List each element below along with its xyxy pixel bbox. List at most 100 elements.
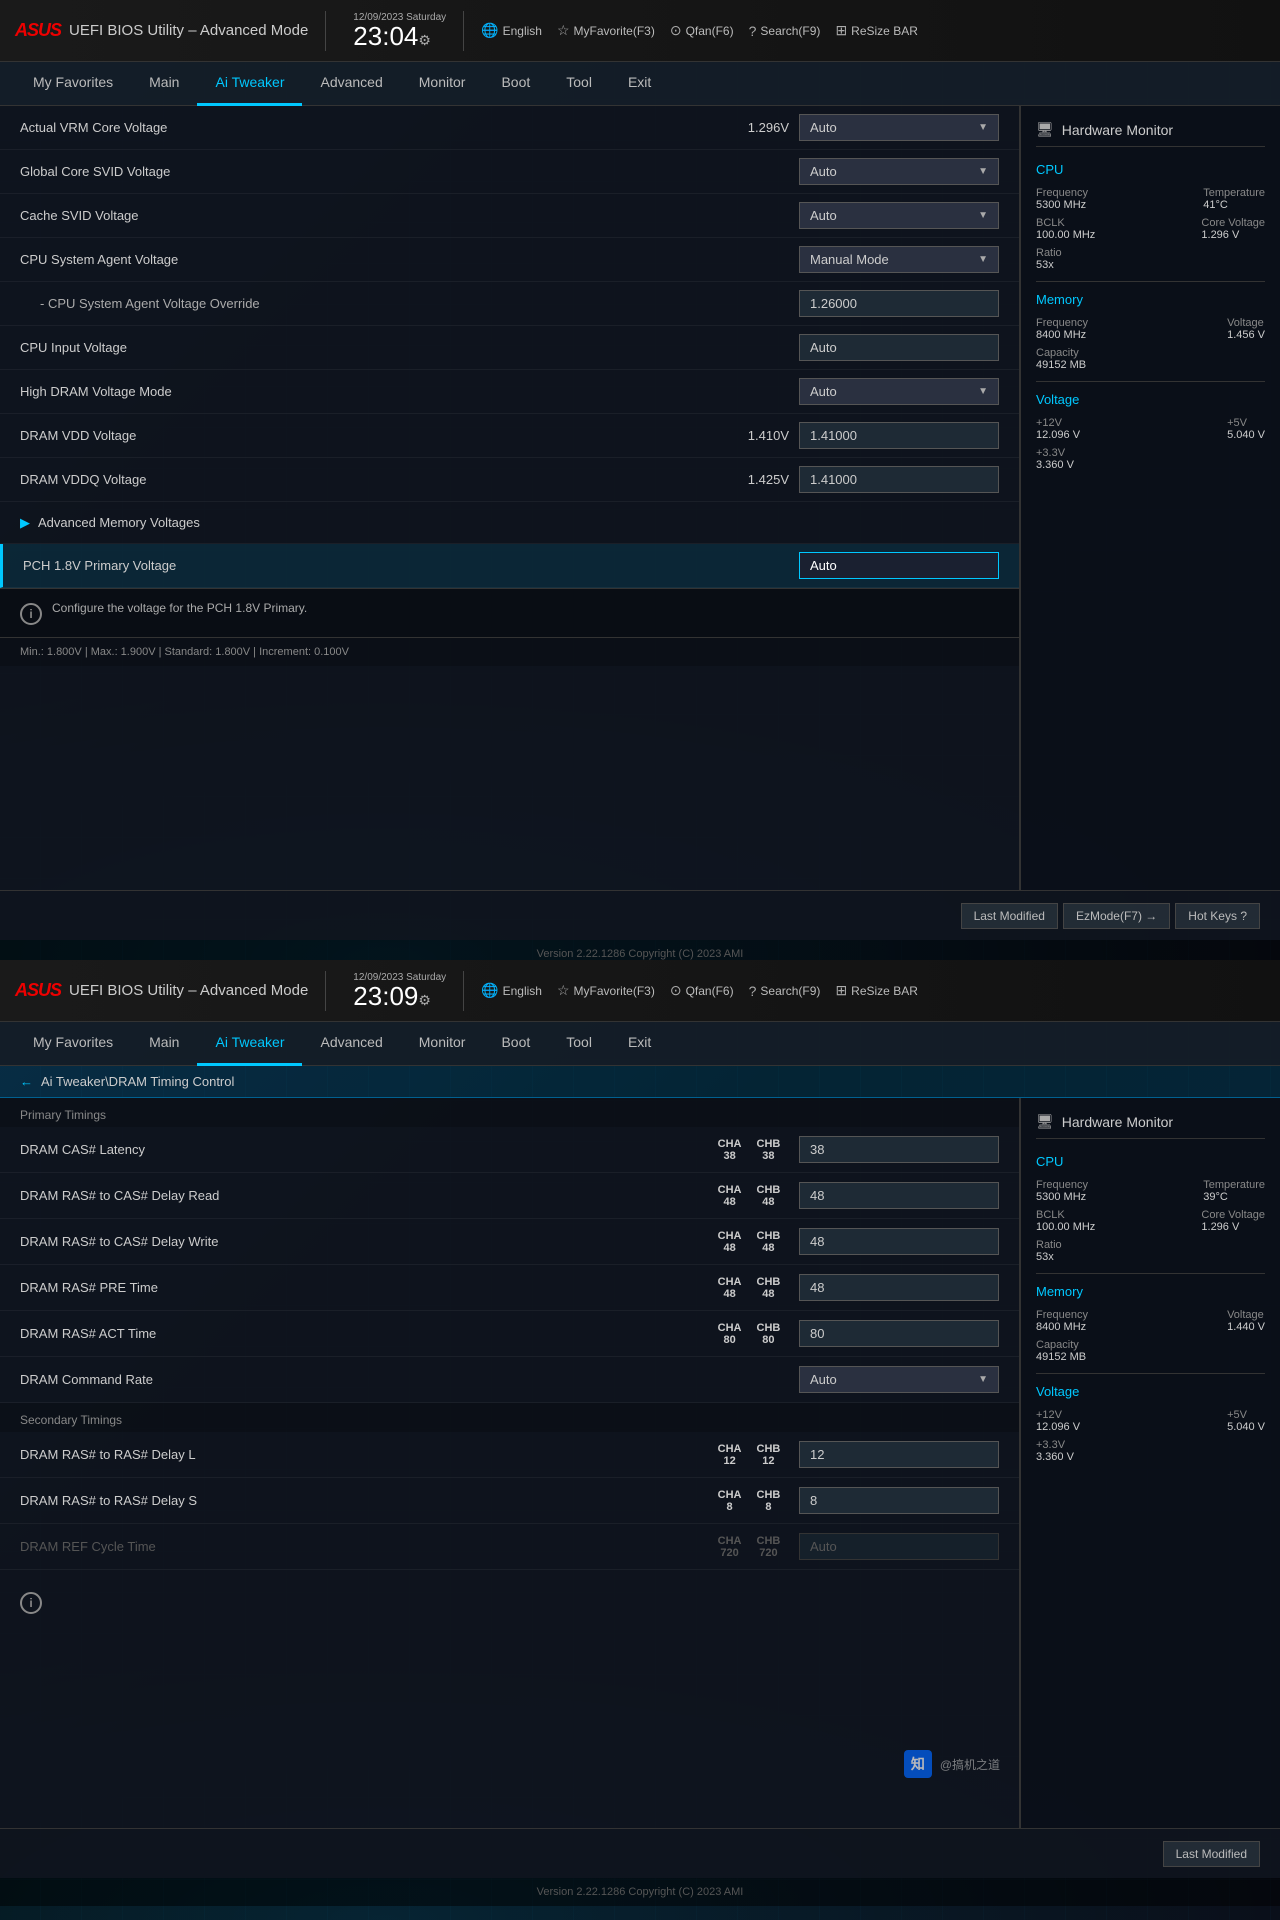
myfavorite-action-2[interactable]: ☆ MyFavorite(F3) <box>557 982 655 999</box>
nav-item-boot-2[interactable]: Boot <box>483 1022 548 1066</box>
setting-control-dramvdd[interactable]: 1.41000 <box>799 422 999 449</box>
ezmode-btn-1[interactable]: EzMode(F7) → <box>1063 903 1170 929</box>
hw-mem-section-1: Memory <box>1036 292 1265 307</box>
hw-volt-12-row-2: +12V 12.096 V +5V 5.040 V <box>1036 1409 1265 1433</box>
watermark-zhihu-text: @搞机之道 <box>940 1756 1000 1773</box>
bios-panel-1: ASUS UEFI BIOS Utility – Advanced Mode 1… <box>0 0 1280 960</box>
nav-item-advanced-2[interactable]: Advanced <box>302 1022 400 1066</box>
nav-item-tool-2[interactable]: Tool <box>548 1022 610 1066</box>
globe-icon-2: 🌐 <box>481 982 498 999</box>
setting-control-highdram[interactable]: Auto▼ <box>799 378 999 405</box>
info-icon-2: i <box>20 1592 42 1614</box>
setting-value-dramvdd: 1.410V <box>734 428 789 443</box>
main-area-2: Primary Timings DRAM CAS# Latency CHA38 … <box>0 1098 1280 1828</box>
hw-volt-5-col-2: +5V 5.040 V <box>1227 1409 1265 1433</box>
setting-control-dramvddq[interactable]: 1.41000 <box>799 466 999 493</box>
setting-row-cachesvid: Cache SVID Voltage Auto▼ <box>0 194 1019 238</box>
setting-control-cpusa[interactable]: Manual Mode▼ <box>799 246 999 273</box>
setting-control-gcsvid[interactable]: Auto▼ <box>799 158 999 185</box>
setting-control-pch18[interactable]: Auto <box>799 552 999 579</box>
nav-bar-1: My Favorites Main Ai Tweaker Advanced Mo… <box>0 62 1280 106</box>
asus-logo-1: ASUS UEFI BIOS Utility – Advanced Mode <box>15 20 308 41</box>
search-action-2[interactable]: ? Search(F9) <box>749 983 821 999</box>
hw-monitor-title-text-2: Hardware Monitor <box>1062 1114 1173 1130</box>
setting-row-cpuinput: CPU Input Voltage Auto <box>0 326 1019 370</box>
nav-item-monitor-2[interactable]: Monitor <box>401 1022 484 1066</box>
nav-item-monitor-1[interactable]: Monitor <box>401 62 484 106</box>
dram-label-ref-cycle: DRAM REF Cycle Time <box>20 1539 709 1554</box>
setting-control-vrm[interactable]: Auto▼ <box>799 114 999 141</box>
main-area-1: Actual VRM Core Voltage 1.296V Auto▼ Glo… <box>0 106 1280 890</box>
qfan-action-1[interactable]: ⊙ Qfan(F6) <box>670 22 734 39</box>
setting-label-cpuinput: CPU Input Voltage <box>20 340 734 355</box>
asus-logo-2: ASUS UEFI BIOS Utility – Advanced Mode <box>15 980 308 1001</box>
nav-item-main-1[interactable]: Main <box>131 62 197 106</box>
english-action-2[interactable]: 🌐 English <box>481 982 542 999</box>
setting-control-cpuinput[interactable]: Auto <box>799 334 999 361</box>
dram-input-cas[interactable]: 38 <box>799 1136 999 1163</box>
breadcrumb-text: Ai Tweaker\DRAM Timing Control <box>41 1074 234 1089</box>
time-clock-2: 23:09⚙ <box>353 983 446 1009</box>
setting-control-cpusa-override[interactable]: 1.26000 <box>799 290 999 317</box>
nav-item-tool-1[interactable]: Tool <box>548 62 610 106</box>
setting-row-advmem[interactable]: ▶ Advanced Memory Voltages <box>0 502 1019 544</box>
myfavorite-action-1[interactable]: ☆ MyFavorite(F3) <box>557 22 655 39</box>
hw-cpu-bclk-col-2: BCLK 100.00 MHz <box>1036 1209 1095 1233</box>
setting-label-pch18: PCH 1.8V Primary Voltage <box>23 558 734 573</box>
hw-monitor-panel-1: 🖥 Hardware Monitor CPU Frequency 5300 MH… <box>1020 106 1280 890</box>
nav-item-advanced-1[interactable]: Advanced <box>302 62 400 106</box>
version-bar-2: Version 2.22.1286 Copyright (C) 2023 AMI <box>0 1878 1280 1906</box>
hw-cpu-section-1: CPU <box>1036 162 1265 177</box>
dram-input-ras-ras-s[interactable]: 8 <box>799 1487 999 1514</box>
dram-input-ras-cas-read[interactable]: 48 <box>799 1182 999 1209</box>
last-modified-btn-2[interactable]: Last Modified <box>1163 1841 1260 1867</box>
resizebar-action-1[interactable]: ⊞ ReSize BAR <box>835 22 917 39</box>
nav-bar-2: My Favorites Main Ai Tweaker Advanced Mo… <box>0 1022 1280 1066</box>
hw-cpu-temp-col-2: Temperature 39°C <box>1203 1179 1265 1203</box>
resizebar-action-2[interactable]: ⊞ ReSize BAR <box>835 982 917 999</box>
nav-item-aitweaker-2[interactable]: Ai Tweaker <box>197 1022 302 1066</box>
setting-row-cpusa: CPU System Agent Voltage Manual Mode▼ <box>0 238 1019 282</box>
dram-control-cmd-rate[interactable]: Auto▼ <box>799 1366 999 1393</box>
bios-title-1: UEFI BIOS Utility – Advanced Mode <box>69 22 308 39</box>
dram-input-ras-pre[interactable]: 48 <box>799 1274 999 1301</box>
hw-cpu-bclk-row-2: BCLK 100.00 MHz Core Voltage 1.296 V <box>1036 1209 1265 1233</box>
search-action-1[interactable]: ? Search(F9) <box>749 23 821 39</box>
secondary-timings-header: Secondary Timings <box>0 1403 1019 1432</box>
nav-item-boot-1[interactable]: Boot <box>483 62 548 106</box>
breadcrumb-arrow: ← <box>20 1074 33 1089</box>
nav-item-myfavorites-2[interactable]: My Favorites <box>15 1022 131 1066</box>
setting-control-cachesvid[interactable]: Auto▼ <box>799 202 999 229</box>
dram-input-ras-cas-write[interactable]: 48 <box>799 1228 999 1255</box>
hw-mem-freq-row-2: Frequency 8400 MHz Voltage 1.440 V <box>1036 1309 1265 1333</box>
fan-icon-2: ⊙ <box>670 982 682 999</box>
resize-icon-2: ⊞ <box>835 982 847 999</box>
hw-sep-2 <box>1036 381 1265 382</box>
english-action-1[interactable]: 🌐 English <box>481 22 542 39</box>
hw-monitor-title-2: 🖥 Hardware Monitor <box>1036 1113 1265 1139</box>
time-section-1: 12/09/2023 Saturday 23:04⚙ <box>353 12 446 49</box>
setting-label-advmem: Advanced Memory Voltages <box>38 515 200 530</box>
separator-2 <box>463 11 464 51</box>
nav-item-aitweaker-1[interactable]: Ai Tweaker <box>197 62 302 106</box>
nav-item-exit-1[interactable]: Exit <box>610 62 669 106</box>
setting-label-cachesvid: Cache SVID Voltage <box>20 208 734 223</box>
last-modified-btn-1[interactable]: Last Modified <box>961 903 1058 929</box>
setting-label-cpusa: CPU System Agent Voltage <box>20 252 734 267</box>
setting-value-vrm: 1.296V <box>734 120 789 135</box>
dram-channels-ras-cas-read: CHA48 CHB48 <box>709 1184 789 1208</box>
hotkeys-btn-1[interactable]: Hot Keys ? <box>1175 903 1260 929</box>
expand-arrow-advmem: ▶ <box>20 515 30 531</box>
nav-item-myfavorites-1[interactable]: My Favorites <box>15 62 131 106</box>
nav-item-exit-2[interactable]: Exit <box>610 1022 669 1066</box>
setting-value-dramvddq: 1.425V <box>734 472 789 487</box>
qfan-action-2[interactable]: ⊙ Qfan(F6) <box>670 982 734 999</box>
dram-input-ras-act[interactable]: 80 <box>799 1320 999 1347</box>
setting-label-highdram: High DRAM Voltage Mode <box>20 384 734 399</box>
dram-input-ras-ras-l[interactable]: 12 <box>799 1441 999 1468</box>
monitor-icon-1: 🖥 <box>1036 121 1054 138</box>
top-bar-2: ASUS UEFI BIOS Utility – Advanced Mode 1… <box>0 960 1280 1022</box>
hw-mem-section-2: Memory <box>1036 1284 1265 1299</box>
nav-item-main-2[interactable]: Main <box>131 1022 197 1066</box>
dram-row-ras-ras-s: DRAM RAS# to RAS# Delay S CHA8 CHB8 8 <box>0 1478 1019 1524</box>
